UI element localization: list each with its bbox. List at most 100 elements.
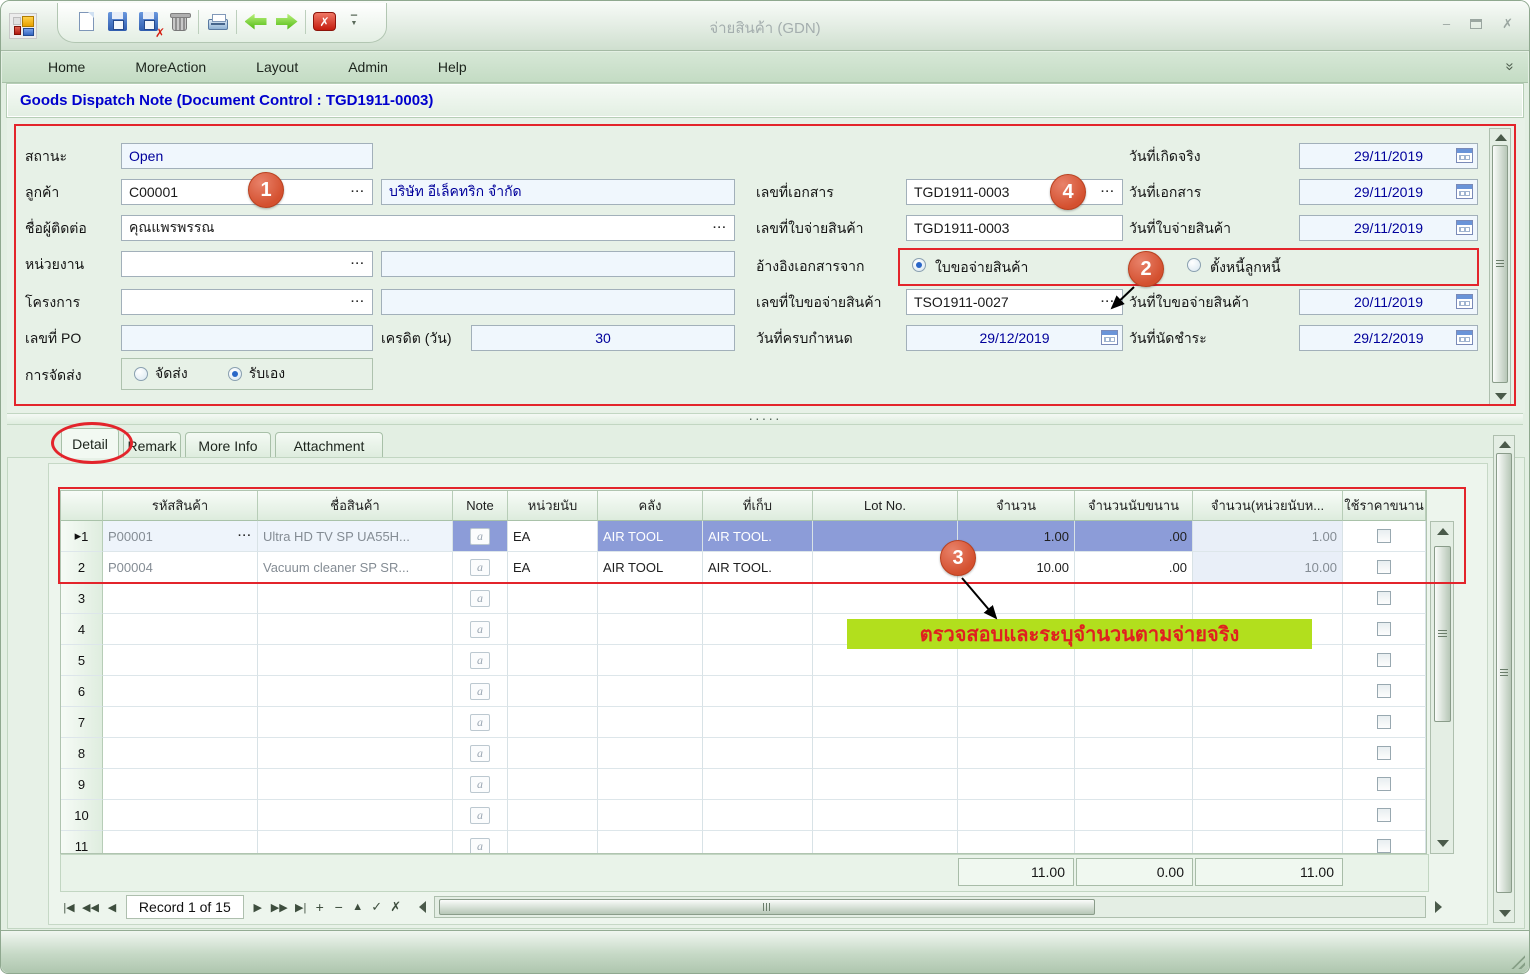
checkbox[interactable] bbox=[1377, 839, 1391, 853]
cell-note[interactable]: a bbox=[453, 645, 508, 676]
calendar-icon[interactable] bbox=[1101, 330, 1118, 345]
menu-home[interactable]: Home bbox=[48, 59, 111, 75]
cell-parallel-qty[interactable] bbox=[1075, 831, 1193, 854]
nav-last-button[interactable]: ▶| bbox=[292, 896, 310, 918]
cell-parallel-qty[interactable]: .00 bbox=[1075, 552, 1193, 583]
cell-location[interactable] bbox=[703, 676, 813, 707]
note-icon[interactable]: a bbox=[470, 714, 490, 731]
detail-panel-scrollbar[interactable] bbox=[1493, 435, 1515, 923]
row-indicator[interactable]: 3 bbox=[61, 583, 103, 614]
cell-note[interactable]: a bbox=[453, 552, 508, 583]
note-icon[interactable]: a bbox=[470, 528, 490, 545]
cell-use-parallel-price[interactable] bbox=[1343, 769, 1426, 800]
customer-code-field[interactable]: C00001··· bbox=[121, 179, 373, 205]
cell-product-code[interactable] bbox=[103, 800, 258, 831]
nav-first-button[interactable]: |◀ bbox=[60, 896, 78, 918]
nav-next-page-button[interactable]: ▶▶ bbox=[268, 896, 291, 918]
note-icon[interactable]: a bbox=[470, 559, 490, 576]
grid-scrollbar[interactable] bbox=[1430, 521, 1454, 854]
cell-product-code[interactable] bbox=[103, 645, 258, 676]
customer-lookup-icon[interactable]: ··· bbox=[351, 186, 365, 198]
cell-use-parallel-price[interactable] bbox=[1343, 645, 1426, 676]
cell-unit-qty[interactable] bbox=[1193, 769, 1343, 800]
doc-no-field[interactable]: TGD1911-0003··· bbox=[906, 179, 1123, 205]
row-indicator[interactable]: 8 bbox=[61, 738, 103, 769]
scroll-up-icon[interactable] bbox=[1499, 441, 1511, 448]
cell-warehouse[interactable] bbox=[598, 707, 703, 738]
cell-unit[interactable]: EA bbox=[508, 521, 598, 552]
checkbox[interactable] bbox=[1377, 746, 1391, 760]
cell-note[interactable]: a bbox=[453, 831, 508, 854]
cell-quantity[interactable] bbox=[958, 800, 1075, 831]
row-indicator[interactable]: 9 bbox=[61, 769, 103, 800]
scroll-down-icon[interactable] bbox=[1495, 393, 1507, 400]
row-indicator[interactable]: 11 bbox=[61, 831, 103, 854]
scroll-down-icon[interactable] bbox=[1499, 910, 1511, 917]
cell-unit-qty[interactable] bbox=[1193, 831, 1343, 854]
cell-product-name[interactable] bbox=[258, 800, 453, 831]
tso-no-field[interactable]: TSO1911-0027··· bbox=[906, 289, 1123, 315]
nav-append-button[interactable]: + bbox=[311, 896, 329, 918]
cell-warehouse[interactable] bbox=[598, 800, 703, 831]
cell-product-code[interactable] bbox=[103, 583, 258, 614]
calendar-icon[interactable] bbox=[1456, 148, 1473, 163]
cell-warehouse[interactable] bbox=[598, 583, 703, 614]
cell-unit[interactable] bbox=[508, 738, 598, 769]
cell-warehouse[interactable] bbox=[598, 614, 703, 645]
checkbox[interactable] bbox=[1377, 529, 1391, 543]
cell-location[interactable] bbox=[703, 583, 813, 614]
cell-unit[interactable] bbox=[508, 583, 598, 614]
maximize-button[interactable] bbox=[1470, 19, 1482, 29]
cell-product-code[interactable] bbox=[103, 738, 258, 769]
cell-note[interactable]: a bbox=[453, 738, 508, 769]
cell-parallel-qty[interactable] bbox=[1075, 738, 1193, 769]
cell-use-parallel-price[interactable] bbox=[1343, 521, 1426, 552]
tab-attachment[interactable]: Attachment bbox=[275, 432, 383, 458]
doc-no-lookup-icon[interactable]: ··· bbox=[1101, 186, 1115, 198]
cell-unit[interactable] bbox=[508, 769, 598, 800]
cell-warehouse[interactable]: AIR TOOL bbox=[598, 521, 703, 552]
cell-product-name[interactable]: Ultra HD TV SP UA55H... bbox=[258, 521, 453, 552]
cell-use-parallel-price[interactable] bbox=[1343, 583, 1426, 614]
cell-location[interactable] bbox=[703, 800, 813, 831]
cell-quantity[interactable] bbox=[958, 707, 1075, 738]
scroll-up-icon[interactable] bbox=[1495, 134, 1507, 141]
tab-remark[interactable]: Remark bbox=[123, 432, 181, 458]
cell-product-code[interactable] bbox=[103, 676, 258, 707]
department-lookup-icon[interactable]: ··· bbox=[351, 258, 365, 270]
checkbox[interactable] bbox=[1377, 808, 1391, 822]
minimize-button[interactable]: – bbox=[1443, 17, 1450, 30]
cell-product-name[interactable] bbox=[258, 583, 453, 614]
cell-unit-qty[interactable]: 10.00 bbox=[1193, 552, 1343, 583]
row-indicator[interactable]: 4 bbox=[61, 614, 103, 645]
cell-product-name[interactable]: Vacuum cleaner SP SR... bbox=[258, 552, 453, 583]
cell-unit[interactable] bbox=[508, 707, 598, 738]
cell-lot-no[interactable] bbox=[813, 552, 958, 583]
cell-quantity[interactable] bbox=[958, 738, 1075, 769]
cell-quantity[interactable] bbox=[958, 831, 1075, 854]
cell-use-parallel-price[interactable] bbox=[1343, 552, 1426, 583]
cell-lot-no[interactable] bbox=[813, 831, 958, 854]
checkbox[interactable] bbox=[1377, 622, 1391, 636]
cell-unit[interactable] bbox=[508, 831, 598, 854]
detail-panel-scrollbar-thumb[interactable] bbox=[1496, 453, 1512, 893]
scroll-down-icon[interactable] bbox=[1437, 840, 1449, 847]
doc-date-field[interactable]: 29/11/2019 bbox=[1299, 179, 1478, 205]
cell-location[interactable] bbox=[703, 831, 813, 854]
contact-field[interactable]: คุณแพรพรรณ··· bbox=[121, 215, 735, 241]
app-icon[interactable] bbox=[9, 13, 37, 39]
cell-parallel-qty[interactable] bbox=[1075, 676, 1193, 707]
scroll-up-icon[interactable] bbox=[1437, 528, 1449, 535]
cell-unit[interactable] bbox=[508, 614, 598, 645]
cell-warehouse[interactable] bbox=[598, 645, 703, 676]
calendar-icon[interactable] bbox=[1456, 294, 1473, 309]
grid-scrollbar-thumb[interactable] bbox=[1434, 546, 1451, 722]
nav-cancel-button[interactable]: ✗ bbox=[387, 896, 405, 918]
calendar-icon[interactable] bbox=[1456, 220, 1473, 235]
cell-unit-qty[interactable] bbox=[1193, 800, 1343, 831]
cell-note[interactable]: a bbox=[453, 707, 508, 738]
contact-lookup-icon[interactable]: ··· bbox=[713, 222, 727, 234]
checkbox[interactable] bbox=[1377, 684, 1391, 698]
cell-product-code[interactable] bbox=[103, 831, 258, 854]
cell-product-name[interactable] bbox=[258, 831, 453, 854]
